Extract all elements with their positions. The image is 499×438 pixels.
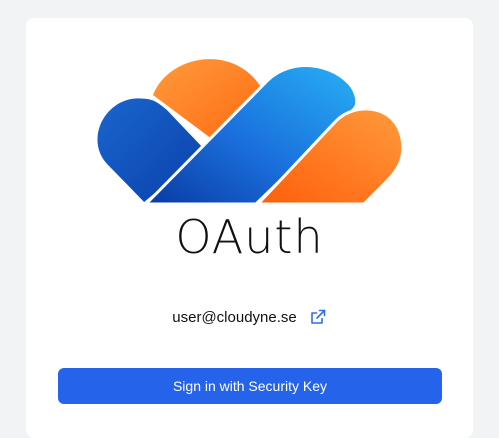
account-row: user@cloudyne.se [0,305,499,329]
signin-security-key-button[interactable]: Sign in with Security Key [58,368,442,404]
cloud-logo-icon [96,59,405,206]
user-email: user@cloudyne.se [172,308,297,326]
brand-title: OAuth [175,210,324,264]
external-link-icon[interactable] [309,308,327,326]
